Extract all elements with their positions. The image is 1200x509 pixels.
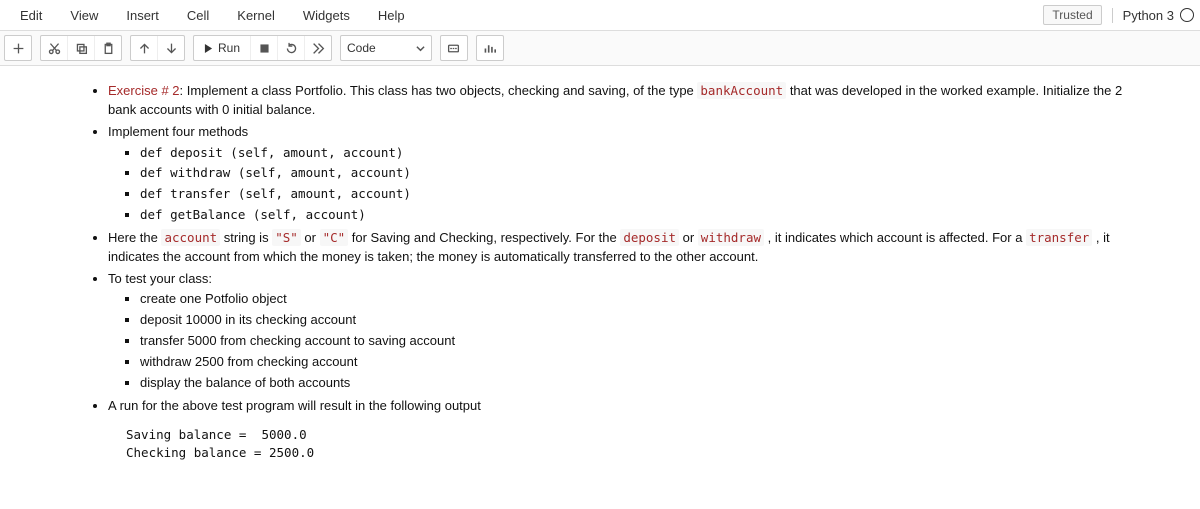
trusted-badge[interactable]: Trusted (1043, 5, 1101, 25)
menu-kernel[interactable]: Kernel (223, 3, 289, 28)
list-item: transfer 5000 from checking account to s… (140, 332, 1130, 351)
kernel-indicator[interactable]: Python 3 (1112, 8, 1194, 23)
command-palette-button[interactable] (441, 36, 467, 60)
restart-run-all-button[interactable] (305, 36, 331, 60)
toolbar: Run Code (0, 31, 1200, 66)
celltype-label: Code (347, 41, 376, 55)
list-item: withdraw 2500 from checking account (140, 353, 1130, 372)
list-item: Implement four methods def deposit (self… (108, 123, 1130, 225)
move-down-button[interactable] (158, 36, 184, 60)
list-item: create one Potfolio object (140, 290, 1130, 309)
list-item: Exercise # 2: Implement a class Portfoli… (108, 82, 1130, 120)
paste-button[interactable] (95, 36, 121, 60)
list-item: def withdraw (self, amount, account) (140, 164, 1130, 183)
run-button[interactable]: Run (194, 36, 251, 60)
copy-button[interactable] (68, 36, 95, 60)
menu-insert[interactable]: Insert (112, 3, 173, 28)
list-item: display the balance of both accounts (140, 374, 1130, 393)
list-item: def transfer (self, amount, account) (140, 185, 1130, 204)
menu-view[interactable]: View (56, 3, 112, 28)
list-item: def deposit (self, amount, account) (140, 144, 1130, 163)
run-label: Run (218, 41, 240, 55)
menu-widgets[interactable]: Widgets (289, 3, 364, 28)
move-up-button[interactable] (131, 36, 158, 60)
menu-edit[interactable]: Edit (6, 3, 56, 28)
insert-cell-below-button[interactable] (5, 36, 31, 60)
list-item: deposit 10000 in its checking account (140, 311, 1130, 330)
restart-button[interactable] (278, 36, 305, 60)
list-item: def getBalance (self, account) (140, 206, 1130, 225)
kernel-name-label: Python 3 (1123, 8, 1174, 23)
menu-help[interactable]: Help (364, 3, 419, 28)
list-item: To test your class: create one Potfolio … (108, 270, 1130, 393)
kernel-idle-icon (1180, 8, 1194, 22)
interrupt-button[interactable] (251, 36, 278, 60)
exercise-lead: Exercise # 2 (108, 83, 180, 98)
markdown-cell[interactable]: Exercise # 2: Implement a class Portfoli… (0, 66, 1200, 473)
menubar: Edit View Insert Cell Kernel Widgets Hel… (0, 0, 1200, 31)
code-inline: bankAccount (697, 82, 786, 99)
celltype-select[interactable]: Code (340, 35, 432, 61)
menu-cell[interactable]: Cell (173, 3, 223, 28)
cut-button[interactable] (41, 36, 68, 60)
list-item: A run for the above test program will re… (108, 397, 1130, 416)
chevron-down-icon (416, 44, 425, 53)
expected-output: Saving balance = 5000.0 Checking balance… (126, 426, 1130, 464)
barchart-icon-button[interactable] (477, 36, 503, 60)
list-item: Here the account string is "S" or "C" fo… (108, 229, 1130, 267)
